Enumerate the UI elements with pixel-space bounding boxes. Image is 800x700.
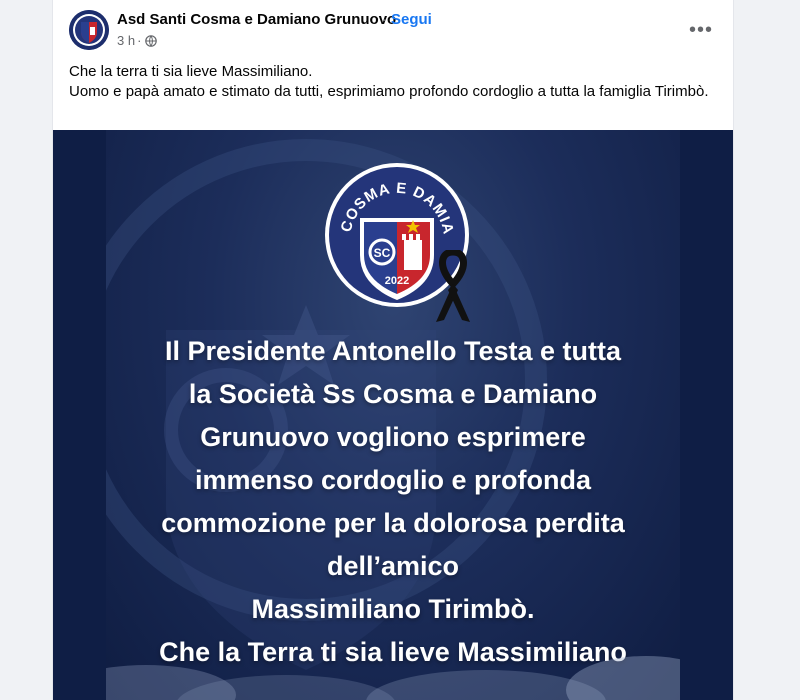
caption-line: Uomo e papà amato e stimato da tutti, es… <box>69 83 709 100</box>
page-avatar[interactable] <box>69 10 109 50</box>
caption-line: Che la terra ti sia lieve Massimiliano. <box>69 63 313 80</box>
message-line: immenso cordoglio e profonda <box>194 465 592 495</box>
page-name-link[interactable]: Asd Santi Cosma e Damiano Grunuovo <box>117 11 396 28</box>
message-line: Grunuovo vogliono esprimere <box>200 422 586 452</box>
post-caption: Che la terra ti sia lieve Massimiliano. … <box>69 62 719 102</box>
more-options-icon[interactable]: ••• <box>683 12 719 48</box>
meta-separator: · <box>137 33 142 48</box>
post-image[interactable]: SS COSMA E DAMIANO 2022 SC <box>53 130 733 700</box>
message-line: commozione per la dolorosa perdita <box>161 508 625 538</box>
clouds-decoration <box>106 656 680 700</box>
post-header: Asd Santi Cosma e Damiano Grunuovo · Seg… <box>53 0 733 56</box>
message-line: la Società Ss Cosma e Damiano <box>188 379 598 409</box>
logo-year: 2022 <box>385 275 409 287</box>
message-line: Il Presidente Antonello Testa e tutta <box>164 336 622 366</box>
post-meta: 3 h · <box>117 33 158 48</box>
mourning-ribbon-icon <box>436 250 470 322</box>
message-line: dell’amico <box>326 551 460 581</box>
name-separator: · <box>382 11 387 28</box>
post-time[interactable]: 3 h <box>117 33 135 48</box>
facebook-post: Asd Santi Cosma e Damiano Grunuovo · Seg… <box>52 0 734 700</box>
logo-monogram: SC <box>374 246 391 260</box>
globe-icon[interactable] <box>145 34 158 47</box>
follow-button[interactable]: Segui <box>391 11 432 28</box>
condolence-poster: SS COSMA E DAMIANO 2022 SC <box>106 130 680 700</box>
